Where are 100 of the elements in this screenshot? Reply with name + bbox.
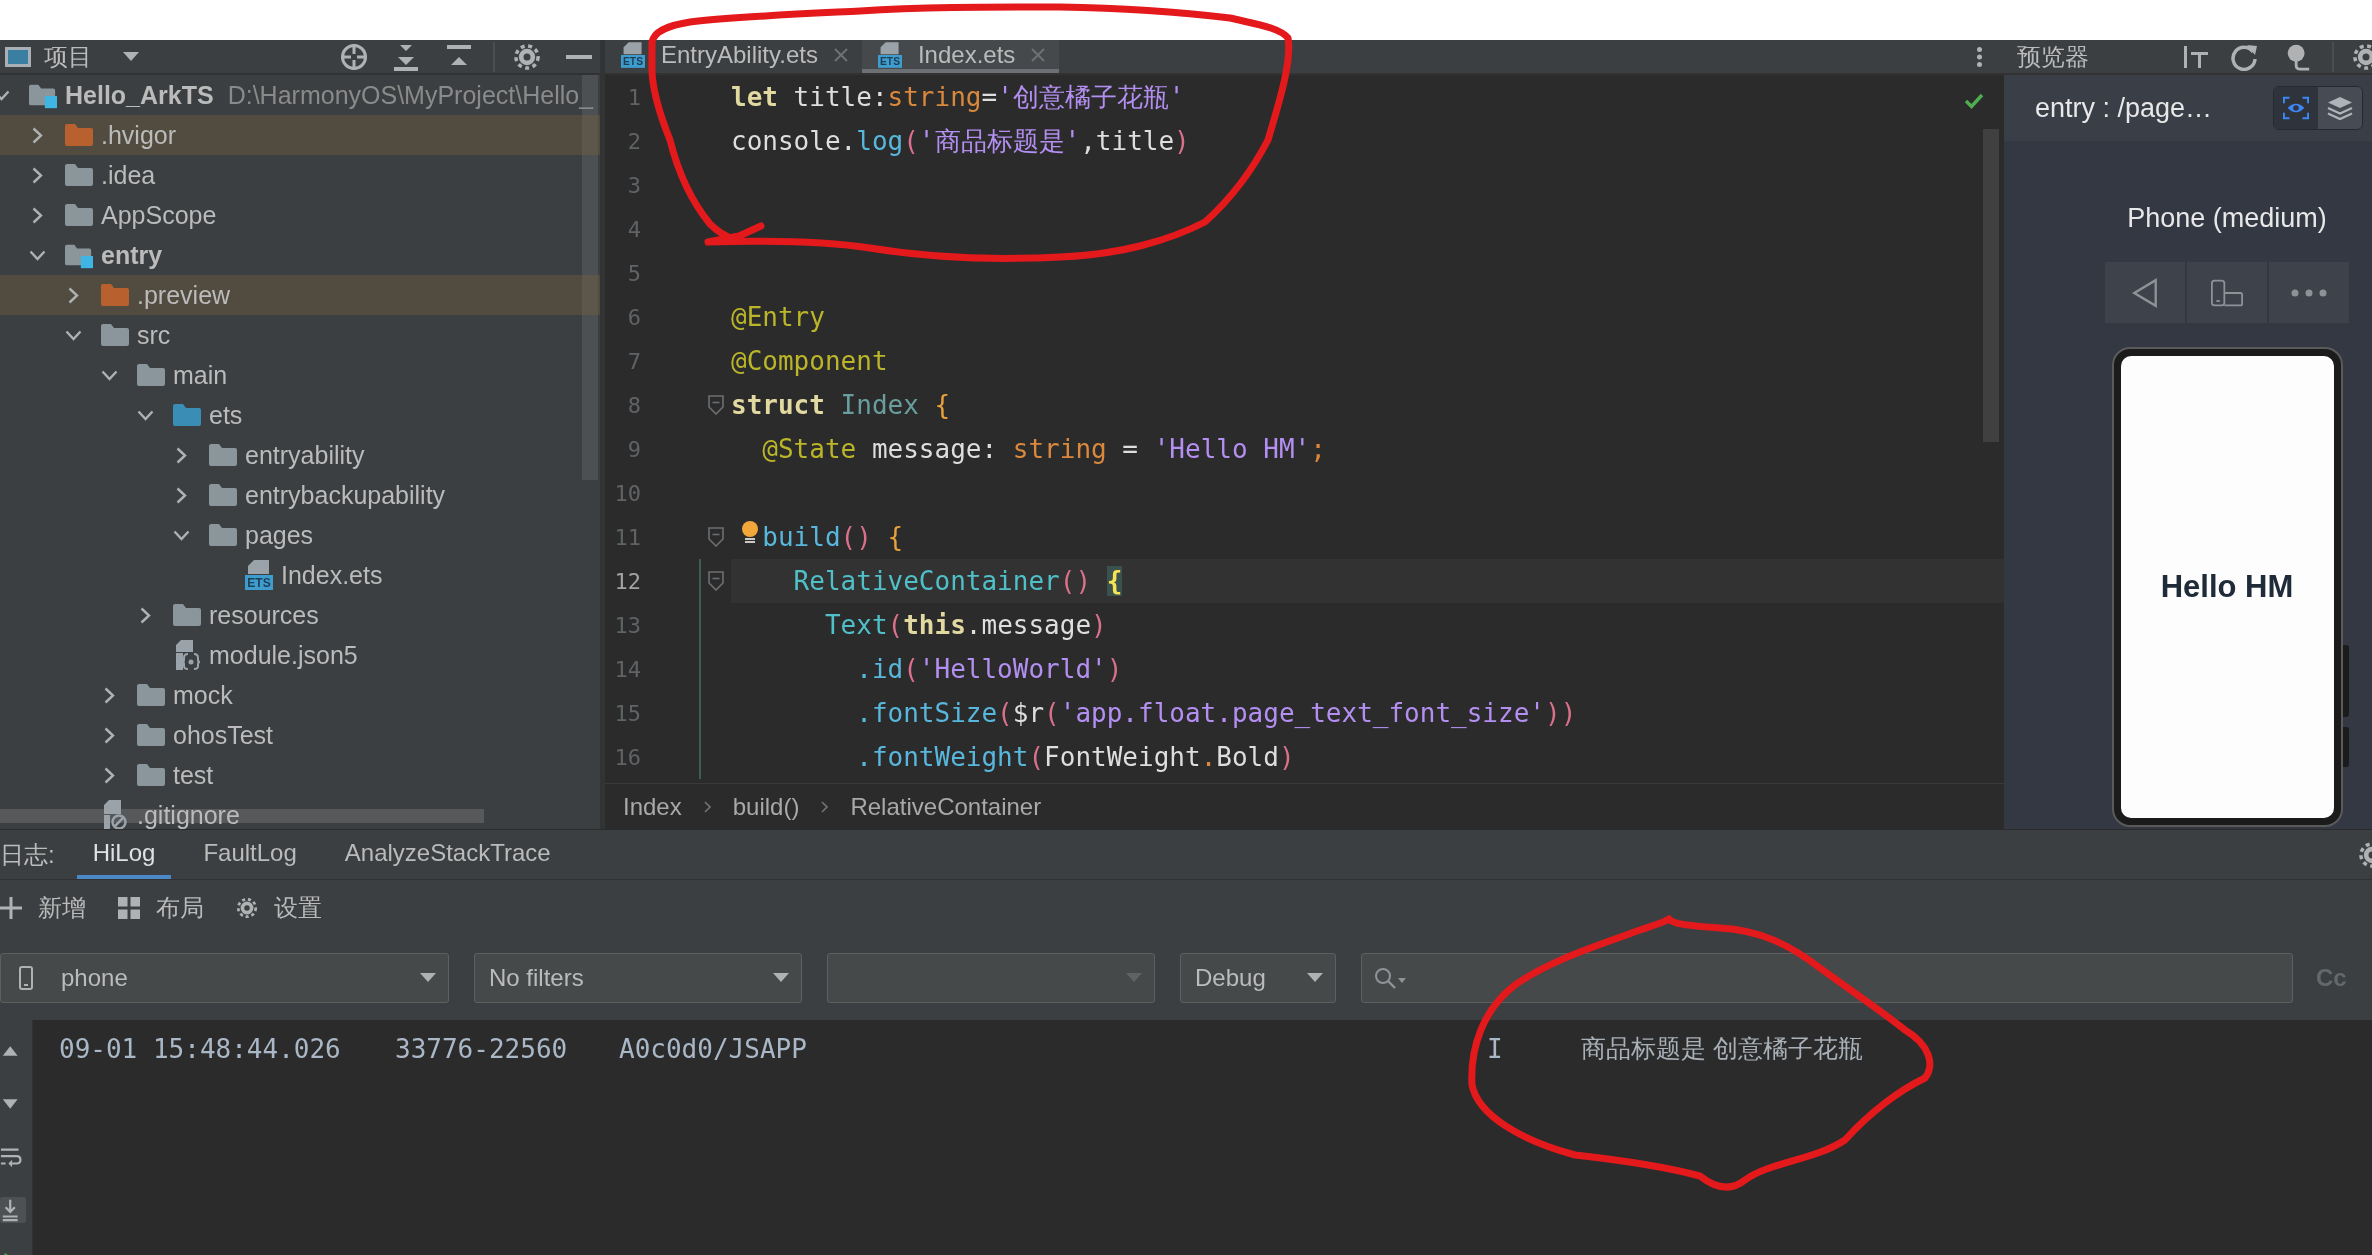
- log-tab[interactable]: HiLog: [76, 830, 172, 879]
- tree-item[interactable]: AppScope: [0, 195, 600, 235]
- log-timestamp: 09-01 15:48:44.026: [59, 1033, 342, 1064]
- code-line: RelativeContainer() {: [792, 565, 1123, 598]
- log-tab[interactable]: FaultLog: [187, 830, 313, 879]
- search-field[interactable]: [1361, 952, 2293, 1003]
- window-icon: [5, 46, 31, 67]
- settings-icon[interactable]: [2352, 42, 2372, 71]
- code-line: console.log('商品标题是',title): [731, 125, 1190, 158]
- device-dropdown[interactable]: phone: [0, 952, 449, 1003]
- line-number: 11: [613, 524, 641, 550]
- search-icon: [1374, 966, 1396, 989]
- chevron-right-icon[interactable]: [103, 766, 115, 784]
- layers-icon: [2327, 96, 2353, 120]
- chevron-right-icon[interactable]: [103, 686, 115, 704]
- chevron-right-icon[interactable]: [31, 206, 43, 224]
- chevron-down-icon[interactable]: [172, 529, 190, 541]
- caret-icon: [1307, 973, 1323, 982]
- layers-toggle[interactable]: [2318, 87, 2362, 129]
- folder-icon: [209, 484, 237, 506]
- folder-icon: [101, 324, 129, 346]
- crosshair-icon[interactable]: [340, 42, 368, 71]
- line-number: 9: [626, 436, 641, 462]
- caret-icon: [1398, 978, 1406, 983]
- chevron-down-icon[interactable]: [64, 329, 82, 341]
- arrow-down-bar-icon[interactable]: [392, 42, 420, 71]
- tree-item[interactable]: entry: [0, 235, 600, 275]
- tree-item[interactable]: module.json5: [0, 635, 600, 675]
- breadcrumb-item[interactable]: Index: [623, 792, 682, 821]
- tree-item[interactable]: resources: [0, 595, 600, 635]
- minus-icon[interactable]: [566, 54, 592, 59]
- layout-button[interactable]: 布局: [118, 891, 204, 924]
- chevron-right-icon[interactable]: [139, 606, 151, 624]
- line-number: 1: [626, 84, 641, 110]
- refresh-icon[interactable]: [2230, 42, 2258, 71]
- eye-icon: [2283, 96, 2309, 120]
- check-icon[interactable]: [1964, 93, 1984, 109]
- folder-icon: [137, 724, 165, 746]
- chevron-right-icon[interactable]: [175, 446, 187, 464]
- folder-icon: [65, 164, 93, 186]
- inspector-toggle[interactable]: [2274, 87, 2318, 129]
- panel-title[interactable]: 预览器: [2017, 40, 2089, 73]
- log-level: I: [1487, 1033, 1504, 1064]
- chevron-right-icon[interactable]: [67, 286, 79, 304]
- fold-marker-icon[interactable]: [708, 571, 724, 591]
- back-button[interactable]: [2105, 262, 2185, 323]
- project-path: D:\HarmonyOS\MyProject\Hello_: [227, 80, 594, 110]
- tree-item[interactable]: test: [0, 755, 600, 795]
- add-button[interactable]: 新增: [0, 891, 86, 924]
- tree-item[interactable]: .hvigor: [0, 115, 600, 155]
- level-dropdown[interactable]: Debug: [1180, 952, 1336, 1003]
- rotate-button[interactable]: [2187, 262, 2267, 323]
- tree-item[interactable]: ohosTest: [0, 715, 600, 755]
- folder-icon: [65, 204, 93, 226]
- route-label[interactable]: entry : /page…: [2035, 92, 2213, 124]
- chevron-right-icon[interactable]: [31, 126, 43, 144]
- folder-icon: [173, 404, 201, 426]
- line-number: 6: [626, 304, 641, 330]
- tree-item[interactable]: .idea: [0, 155, 600, 195]
- tree-item[interactable]: src: [0, 315, 600, 355]
- chevron-down-icon[interactable]: [28, 249, 46, 261]
- caret-icon: [1126, 973, 1142, 982]
- tree-item[interactable]: main: [0, 355, 600, 395]
- chevron-right-icon[interactable]: [175, 486, 187, 504]
- lightbulb-icon[interactable]: [741, 521, 759, 545]
- editor-tab[interactable]: ETS EntryAbility.ets: [605, 40, 862, 73]
- line-number: 2: [626, 128, 641, 154]
- settings-button[interactable]: 设置: [236, 891, 322, 924]
- settings-icon[interactable]: [513, 42, 541, 71]
- chevron-right-icon[interactable]: [31, 166, 43, 184]
- filter-dropdown[interactable]: No filters: [474, 952, 802, 1003]
- tree-item[interactable]: pages: [0, 515, 600, 555]
- folder-icon: [137, 364, 165, 386]
- log-tab[interactable]: AnalyzeStackTrace: [328, 830, 567, 879]
- caret-icon[interactable]: [123, 52, 139, 61]
- chevron-down-icon[interactable]: [100, 369, 118, 381]
- more-icon[interactable]: [1977, 46, 1982, 67]
- chevron-down-icon[interactable]: [136, 409, 154, 421]
- chevron-right-icon[interactable]: [103, 726, 115, 744]
- tree-item[interactable]: ETS Index.ets: [0, 555, 600, 595]
- tree-item[interactable]: entryability: [0, 435, 600, 475]
- line-number: 10: [613, 480, 641, 506]
- tree-item[interactable]: entrybackupability: [0, 475, 600, 515]
- scroll-to-end-icon[interactable]: [0, 1196, 26, 1223]
- editor-tab[interactable]: ETS Index.ets: [861, 40, 1060, 73]
- breadcrumb-item[interactable]: RelativeContainer: [850, 792, 1042, 821]
- code-line: build() {: [731, 515, 904, 559]
- fold-marker-icon[interactable]: [708, 527, 724, 547]
- tree-item[interactable]: .preview: [0, 275, 600, 315]
- panel-title[interactable]: 项目: [44, 40, 92, 73]
- tree-item[interactable]: ets: [0, 395, 600, 435]
- tree-item[interactable]: .gitignore: [0, 795, 600, 829]
- screen-text: Hello HM: [2160, 569, 2294, 605]
- fold-marker-icon[interactable]: [708, 395, 724, 415]
- caret-icon: [420, 973, 436, 982]
- tree-item[interactable]: Hello_ArkTS D:\HarmonyOS\MyProject\Hello_: [0, 75, 600, 115]
- tree-item[interactable]: mock: [0, 675, 600, 715]
- rotate-device-icon: [2211, 277, 2243, 308]
- breadcrumb-item[interactable]: build(): [732, 792, 800, 821]
- plus-icon: [0, 896, 22, 919]
